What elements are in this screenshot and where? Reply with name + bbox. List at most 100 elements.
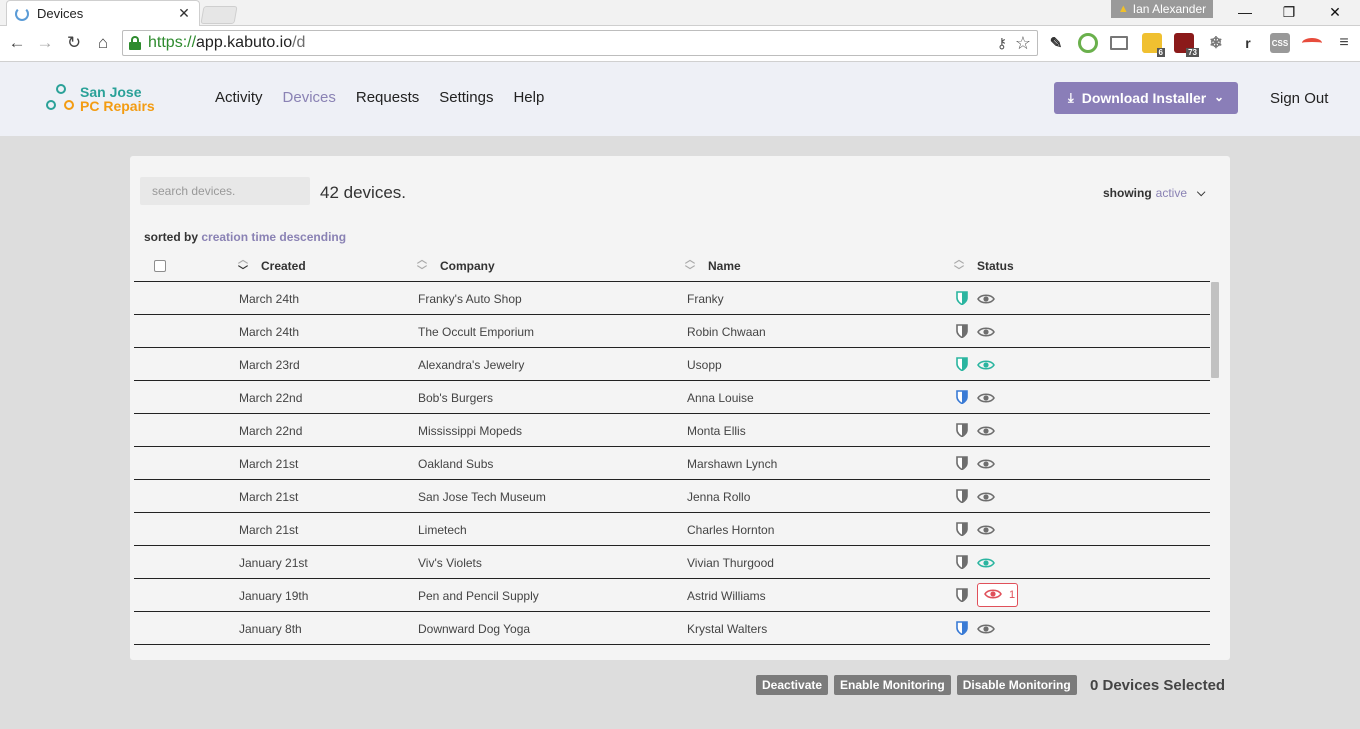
shield-icon[interactable] [956, 588, 968, 605]
eye-icon[interactable] [977, 623, 995, 638]
table-row[interactable]: March 22nd Mississippi Mopeds Monta Ellis [134, 414, 1210, 447]
sorted-by-label: sorted by [144, 230, 199, 244]
forward-icon[interactable]: → [34, 32, 56, 54]
alert-count: 1 [1009, 589, 1016, 601]
device-count: 42 devices. [320, 183, 406, 202]
eye-icon[interactable] [977, 491, 995, 506]
extension-circle-icon[interactable] [1078, 33, 1098, 53]
table-row[interactable]: March 21st Limetech Charles Hornton [134, 513, 1210, 546]
shield-icon[interactable] [956, 291, 968, 308]
new-tab-button[interactable] [200, 6, 238, 24]
showing-value: active [1155, 186, 1188, 200]
deactivate-button[interactable]: Deactivate [756, 675, 829, 695]
profile-button[interactable]: ▲ Ian Alexander [1111, 0, 1213, 18]
cast-icon[interactable] [1110, 36, 1128, 50]
search-input[interactable] [140, 177, 310, 205]
address-bar[interactable]: https://app.kabuto.io/d ⚷ ☆ [122, 30, 1038, 56]
eye-icon[interactable] [977, 458, 995, 473]
cell-created: January 19th [239, 589, 309, 603]
shield-icon[interactable] [956, 390, 968, 407]
column-name[interactable]: ︿ ﹀ Name [684, 250, 741, 282]
menu-icon[interactable]: ≡ [1334, 33, 1354, 53]
back-icon[interactable]: ← [6, 32, 28, 54]
sort-toggle-icon[interactable]: ︿ ﹀ [684, 255, 696, 277]
nav-requests[interactable]: Requests [356, 89, 419, 106]
shield-icon[interactable] [956, 456, 968, 473]
table-row[interactable]: January 8th Downward Dog Yoga Krystal Walt… [134, 612, 1210, 645]
showing-label: showing [1103, 186, 1152, 200]
chevron-down-icon[interactable]: ⌄ [1214, 90, 1224, 104]
sort-toggle-icon[interactable]: ︿ ﹀ [953, 255, 965, 277]
rainbow-extension-icon[interactable] [1302, 38, 1322, 48]
brand-logo[interactable]: San Jose PC Repairs [46, 84, 155, 114]
tab-close-icon[interactable]: ✕ [177, 5, 191, 22]
shield-icon[interactable] [956, 489, 968, 506]
nav-devices[interactable]: Devices [283, 89, 336, 106]
snowflake-icon[interactable]: ❄ [1206, 33, 1226, 53]
table-row[interactable]: March 21st San Jose Tech Museum Jenna Roll… [134, 480, 1210, 513]
disable-monitoring-button[interactable]: Disable Monitoring [956, 675, 1077, 695]
main-nav: Activity Devices Requests Settings Help [215, 89, 544, 106]
shield-icon[interactable] [956, 357, 968, 374]
table-row[interactable]: March 24th Franky's Auto Shop Franky [134, 282, 1210, 315]
select-all-checkbox[interactable] [154, 260, 166, 272]
cell-company: Mississippi Mopeds [418, 424, 523, 438]
shield-icon[interactable] [956, 522, 968, 539]
enable-monitoring-button[interactable]: Enable Monitoring [834, 675, 951, 695]
bookmark-star-icon[interactable]: ☆ [1015, 33, 1031, 54]
eyedropper-icon[interactable]: ✎ [1046, 33, 1066, 53]
eye-icon[interactable] [977, 326, 995, 341]
eye-icon[interactable] [977, 392, 995, 407]
shield-icon[interactable] [956, 555, 968, 572]
scrollbar-thumb[interactable] [1211, 282, 1219, 378]
eye-icon[interactable] [977, 359, 995, 374]
key-icon[interactable]: ⚷ [997, 35, 1007, 52]
nav-settings[interactable]: Settings [439, 89, 493, 106]
sign-out-link[interactable]: Sign Out [1270, 90, 1328, 107]
download-installer-button[interactable]: ⤓ Download Installer ⌄ [1054, 82, 1238, 114]
nav-help[interactable]: Help [513, 89, 544, 106]
reload-icon[interactable]: ↻ [63, 32, 85, 54]
cell-name: Marshawn Lynch [687, 457, 778, 471]
cell-company: Franky's Auto Shop [418, 292, 522, 306]
brand-line-1: San Jose [80, 84, 142, 100]
column-status-label: Status [977, 259, 1014, 273]
restore-icon[interactable]: ❐ [1266, 0, 1312, 24]
shield-icon[interactable] [956, 621, 968, 638]
showing-filter[interactable]: showing active ⌵ [1103, 186, 1205, 200]
eye-icon [984, 588, 1002, 603]
sorted-by-value[interactable]: creation time descending [201, 230, 346, 244]
eye-icon[interactable] [977, 425, 995, 440]
table-row[interactable]: January 19th Pen and Pencil Supply Astrid … [134, 579, 1210, 612]
cell-name: Usopp [687, 358, 722, 372]
sort-toggle-icon[interactable]: ︿ ﹀ [416, 255, 428, 277]
cell-created: March 22nd [239, 391, 303, 405]
column-created[interactable]: ︿ ﹀ Created [237, 250, 306, 282]
eye-icon[interactable] [977, 524, 995, 539]
sort-toggle-icon[interactable]: ︿ ﹀ [237, 255, 249, 277]
r-extension-icon[interactable]: r [1238, 33, 1258, 53]
nav-activity[interactable]: Activity [215, 89, 263, 106]
alert-badge[interactable]: 1 [977, 583, 1018, 607]
cell-company: The Occult Emporium [418, 325, 535, 339]
css-extension-icon[interactable]: CSS [1270, 33, 1290, 53]
close-window-icon[interactable]: ✕ [1312, 0, 1358, 24]
table-row[interactable]: March 22nd Bob's Burgers Anna Louise [134, 381, 1210, 414]
table-row[interactable]: March 23rd Alexandra's Jewelry Usopp [134, 348, 1210, 381]
eye-icon[interactable] [977, 557, 995, 572]
column-company[interactable]: ︿ ﹀ Company [416, 250, 495, 282]
extension-badge-icon[interactable]: 6 [1142, 33, 1165, 57]
browser-tab[interactable]: Devices ✕ [6, 0, 200, 26]
column-status[interactable]: ︿ ﹀ Status [953, 250, 1014, 282]
home-icon[interactable]: ⌂ [92, 32, 114, 54]
eye-icon[interactable] [977, 293, 995, 308]
cell-name: Krystal Walters [687, 622, 768, 636]
shield-icon[interactable] [956, 324, 968, 341]
sorted-by: sorted by creation time descending [144, 230, 346, 244]
table-row[interactable]: March 24th The Occult Emporium Robin Chwaa… [134, 315, 1210, 348]
table-row[interactable]: March 21st Oakland Subs Marshawn Lynch [134, 447, 1210, 480]
shield-icon[interactable] [956, 423, 968, 440]
minimize-icon[interactable]: — [1222, 0, 1268, 24]
ublock-icon[interactable]: 73 [1174, 33, 1199, 57]
table-row[interactable]: January 21st Viv's Violets Vivian Thurgood [134, 546, 1210, 579]
